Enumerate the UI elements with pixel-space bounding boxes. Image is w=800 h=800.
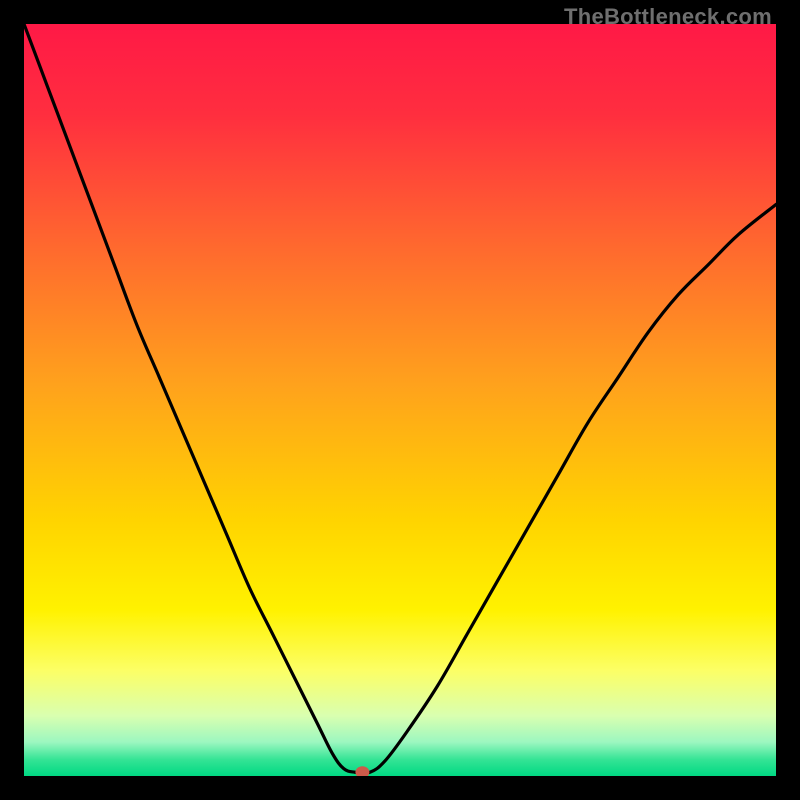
chart-frame	[24, 24, 776, 776]
watermark-text: TheBottleneck.com	[564, 4, 772, 30]
gradient-background	[24, 24, 776, 776]
bottleneck-chart	[24, 24, 776, 776]
